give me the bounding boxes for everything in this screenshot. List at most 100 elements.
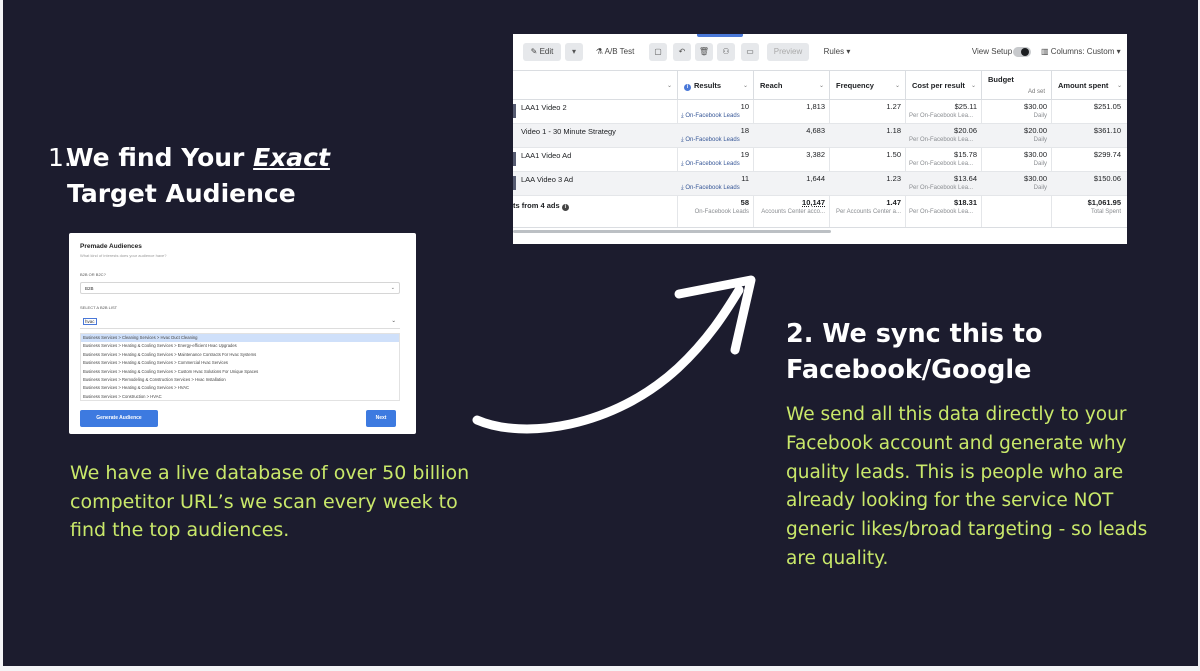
- frequency-cell: 1.23: [833, 174, 901, 184]
- results-sub-label: On-Facebook Leads: [685, 161, 740, 167]
- b2b-select-value: B2B: [85, 286, 94, 291]
- table-row[interactable]: LAA1 Video Ad 19 ⤓ On-Facebook Leads 3,38…: [513, 148, 1127, 172]
- budget-sub: Daily: [1033, 137, 1047, 143]
- rules-button[interactable]: Rules ▾: [815, 43, 859, 61]
- total-results-value: 58: [740, 198, 749, 207]
- header-amount-label: Amount spent: [1058, 81, 1109, 90]
- total-frequency-sub: Per Accounts Center a...: [835, 209, 901, 215]
- ab-test-button[interactable]: ⚗ A/B Test: [589, 43, 641, 61]
- b2b-select[interactable]: B2B ⌄: [80, 282, 400, 294]
- results-value: 10: [740, 102, 749, 111]
- cost-sub: Per On-Facebook Lea...: [909, 137, 974, 143]
- header-cost-per-result[interactable]: Cost per result ⌄: [905, 71, 981, 101]
- header-frequency-label: Frequency: [836, 81, 874, 90]
- header-amount-spent[interactable]: Amount spent ⌄: [1051, 71, 1127, 101]
- total-frequency-cell: 1.47 Per Accounts Center a...: [833, 198, 901, 217]
- view-setup-toggle[interactable]: [1013, 47, 1031, 57]
- b2b-list-search-input[interactable]: hvac ⌄: [80, 315, 400, 329]
- edit-label: Edit: [539, 47, 554, 56]
- results-sub-label: On-Facebook Leads: [685, 113, 740, 119]
- table-row[interactable]: LAA1 Video 2 10 ⤓ On-Facebook Leads 1,813…: [513, 100, 1127, 124]
- reach-value: 1,813: [806, 102, 825, 111]
- header-results-label: Results: [694, 81, 722, 90]
- clipboard-icon[interactable]: ▢: [649, 43, 667, 61]
- header-frequency[interactable]: Frequency ⌄: [829, 71, 905, 101]
- budget-cell: $20.00 Daily: [985, 126, 1047, 145]
- reach-value: 1,644: [806, 174, 825, 183]
- header-results[interactable]: i Results ⌄: [677, 71, 753, 101]
- ad-name[interactable]: Video 1 - 30 Minute Strategy: [521, 127, 616, 136]
- reach-cell: 4,683: [757, 126, 825, 136]
- edit-dropdown-icon[interactable]: ▾: [565, 43, 583, 61]
- results-sub: ⤓ On-Facebook Leads: [681, 161, 740, 167]
- people-icon[interactable]: ⚇: [717, 43, 735, 61]
- table-row[interactable]: LAA Video 3 Ad 11 ⤓ On-Facebook Leads 1,6…: [513, 172, 1127, 196]
- comment-icon[interactable]: ▭: [741, 43, 759, 61]
- header-reach[interactable]: Reach ⌄: [753, 71, 829, 101]
- ad-name[interactable]: LAA1 Video 2: [521, 103, 567, 112]
- table-header: ⌄ i Results ⌄ Reach ⌄ Frequency ⌄ Cost per r…: [513, 70, 1127, 101]
- search-query: hvac: [83, 318, 97, 325]
- ad-thumbnail: [513, 104, 516, 118]
- next-button[interactable]: Next: [366, 410, 396, 427]
- budget-value: $30.00: [1024, 102, 1047, 111]
- list-item[interactable]: Business Services > Heating & Cooling Se…: [81, 351, 399, 359]
- table-row[interactable]: Video 1 - 30 Minute Strategy 18 ⤓ On-Face…: [513, 124, 1127, 148]
- audience-card-subtitle: What kind of interests does your audienc…: [80, 253, 167, 258]
- frequency-cell: 1.18: [833, 126, 901, 136]
- sort-icon: ⌄: [818, 83, 824, 89]
- left-heading-line2: Target Audience: [67, 179, 296, 208]
- ad-name[interactable]: LAA Video 3 Ad: [521, 175, 573, 184]
- budget-sub: Daily: [1033, 161, 1047, 167]
- generate-audience-button[interactable]: Generate Audience: [80, 410, 158, 427]
- total-frequency-value: 1.47: [886, 198, 901, 207]
- b2b-label: B2B OR B2C?: [80, 272, 106, 277]
- frequency-value: 1.50: [886, 150, 901, 159]
- list-item[interactable]: Business Services > Heating & Cooling Se…: [81, 359, 399, 367]
- list-item[interactable]: Business Services > Heating & Cooling Se…: [81, 368, 399, 376]
- sort-icon: ⌄: [970, 83, 976, 89]
- cost-value: $15.78: [954, 150, 977, 159]
- frequency-cell: 1.27: [833, 102, 901, 112]
- results-sub-label: On-Facebook Leads: [685, 137, 740, 143]
- preview-button[interactable]: Preview: [767, 43, 809, 61]
- horizontal-scrollbar[interactable]: [513, 230, 831, 233]
- results-value: 19: [740, 150, 749, 159]
- sort-icon: ⌄: [894, 83, 900, 89]
- reach-cell: 3,382: [757, 150, 825, 160]
- total-cost-sub: Per On-Facebook Lea...: [909, 209, 974, 215]
- list-item[interactable]: Business Services > Cleaning Services > …: [81, 334, 399, 343]
- trash-icon[interactable]: 🗑: [695, 43, 713, 61]
- amount-cell: $299.74: [1055, 150, 1121, 160]
- total-amount-sub: Total Spent: [1090, 209, 1121, 215]
- header-budget-label: Budget: [988, 75, 1014, 84]
- sort-icon: ⌄: [1116, 83, 1122, 89]
- total-amount-cell: $1,061.95 Total Spent: [1055, 198, 1121, 217]
- results-value: 18: [740, 126, 749, 135]
- reach-value: 3,382: [806, 150, 825, 159]
- header-budget[interactable]: Budget Ad set: [981, 71, 1051, 101]
- cost-cell: $13.64 Per On-Facebook Lea...: [909, 174, 977, 193]
- edit-button[interactable]: ✎ Edit: [523, 43, 561, 61]
- right-description: We send all this data directly to your F…: [786, 404, 1148, 569]
- total-cost-cell: $18.31 Per On-Facebook Lea...: [909, 198, 977, 217]
- reach-cell: 1,644: [757, 174, 825, 184]
- total-results-cell: 58 On-Facebook Leads: [681, 198, 749, 217]
- total-results-sub: On-Facebook Leads: [694, 209, 749, 215]
- list-item[interactable]: Business Services > Remodeling & Constru…: [81, 376, 399, 384]
- frequency-value: 1.18: [886, 126, 901, 135]
- slide: 1.We find Your Exact Target Audience Pre…: [3, 0, 1198, 666]
- ad-name[interactable]: LAA1 Video Ad: [521, 151, 571, 160]
- undo-icon[interactable]: ↶: [673, 43, 691, 61]
- list-item[interactable]: Business Services > Heating & Cooling Se…: [81, 342, 399, 350]
- premade-audiences-card: Premade Audiences What kind of interests…: [69, 233, 416, 434]
- list-item[interactable]: Business Services > Construction > HVAC: [81, 393, 399, 400]
- cost-value: $20.06: [954, 126, 977, 135]
- amount-cell: $251.05: [1055, 102, 1121, 112]
- list-item[interactable]: Business Services > Heating & Cooling Se…: [81, 384, 399, 392]
- right-heading-line1: 2. We sync this to: [786, 319, 1043, 349]
- total-reach-value: 10,147: [802, 198, 825, 207]
- ad-thumbnail: [513, 176, 516, 190]
- total-reach-sub: Accounts Center acco...: [761, 209, 825, 215]
- columns-button[interactable]: ▥ Columns: Custom ▾: [1041, 43, 1127, 61]
